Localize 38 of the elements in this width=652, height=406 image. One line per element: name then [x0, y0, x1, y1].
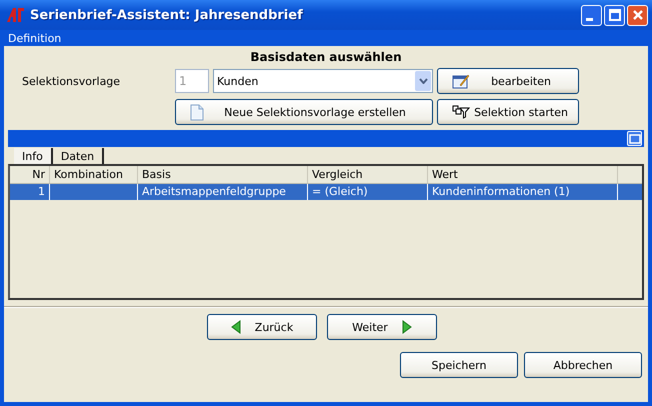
- table-cell: 1: [38, 185, 45, 198]
- close-button[interactable]: [627, 4, 648, 26]
- template-dropdown[interactable]: Kunden: [213, 69, 433, 93]
- section-heading: Basisdaten auswählen: [249, 49, 403, 66]
- maximize-button[interactable]: [604, 4, 625, 26]
- column-header[interactable]: Nr: [10, 166, 50, 183]
- minimize-button[interactable]: [581, 4, 602, 26]
- notepad-pencil-icon: [452, 73, 470, 89]
- start-selection-button[interactable]: Selektion starten: [437, 99, 579, 125]
- save-button[interactable]: Speichern: [400, 352, 518, 378]
- triangle-left-icon: [230, 320, 241, 334]
- close-icon: [632, 9, 644, 21]
- new-template-button[interactable]: Neue Selektionsvorlage erstellen: [175, 99, 433, 125]
- minimize-icon: [586, 18, 593, 20]
- window-icon: [628, 134, 640, 144]
- back-button[interactable]: Zurück: [207, 314, 317, 340]
- chevron-down-icon: [418, 78, 428, 84]
- tab[interactable]: Info: [14, 148, 53, 164]
- column-header[interactable]: Vergleich: [308, 166, 428, 183]
- app-logo-icon: [6, 7, 24, 23]
- triangle-right-icon: [402, 320, 412, 334]
- document-icon: [190, 104, 204, 120]
- maximize-icon: [608, 9, 620, 21]
- column-header[interactable]: Kombination: [50, 166, 138, 183]
- cancel-button[interactable]: Abbrechen: [524, 352, 642, 378]
- column-header[interactable]: Wert: [428, 166, 618, 183]
- field-label: Selektionsvorlage: [22, 74, 122, 88]
- restore-button[interactable]: [627, 131, 642, 146]
- table-row[interactable]: 1 Arbeitsmappenfeldgruppe = (Gleich) Kundeninformationen (1): [10, 184, 642, 200]
- column-header[interactable]: Basis: [138, 166, 308, 183]
- next-button[interactable]: Weiter: [327, 314, 437, 340]
- edit-button[interactable]: bearbeiten: [437, 68, 579, 94]
- table-cell: = (Gleich): [312, 185, 368, 198]
- table-cell: Kundeninformationen (1): [432, 185, 570, 198]
- filter-icon: [452, 105, 470, 119]
- window-title: Serienbrief-Assistent: Jahresendbrief: [30, 8, 304, 22]
- menu-item[interactable]: Definition: [8, 32, 62, 44]
- table-cell: Arbeitsmappenfeldgruppe: [142, 185, 286, 198]
